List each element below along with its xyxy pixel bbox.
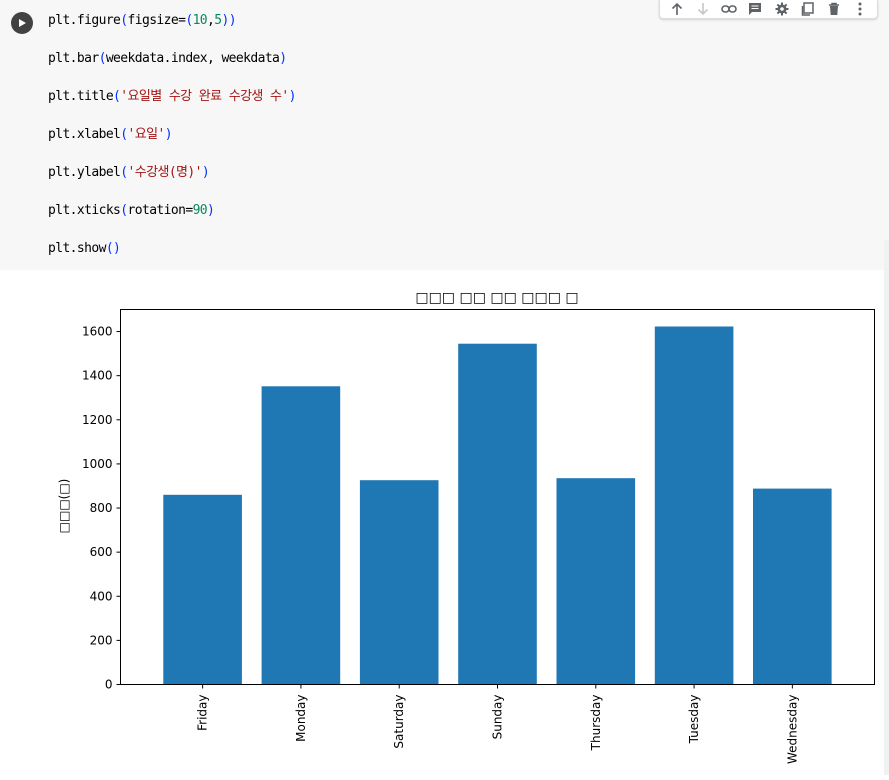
code-line: plt.figure(figsize=(10,5)) bbox=[48, 11, 237, 31]
code-token: )) bbox=[221, 13, 237, 28]
more-vert-icon[interactable] bbox=[850, 0, 870, 18]
code-token: ( bbox=[98, 51, 107, 66]
code-token: plt.show bbox=[48, 241, 106, 256]
y-tick-label: 0 bbox=[105, 678, 113, 692]
code-token: ) bbox=[288, 89, 297, 104]
code-token: '요일' bbox=[127, 127, 166, 142]
cell-gutter bbox=[0, 0, 42, 270]
y-tick-label: 800 bbox=[90, 501, 113, 515]
link-icon[interactable] bbox=[719, 0, 739, 18]
code-line: plt.bar(weekdata.index, weekdata) bbox=[48, 49, 287, 69]
bar-sunday bbox=[458, 343, 537, 685]
code-line: plt.xlabel('요일') bbox=[48, 125, 173, 145]
code-token: ) bbox=[201, 165, 210, 180]
cell-output: □□□ □□ □□ □□□ □ □□□(□) 0 200 400 600 800 1000… bbox=[0, 270, 884, 775]
arrow-up-icon[interactable] bbox=[667, 0, 687, 18]
code-token: ) bbox=[207, 203, 215, 218]
code-token: 90 bbox=[192, 203, 208, 218]
x-tick-label: Saturday bbox=[392, 695, 406, 749]
code-token: plt.figure bbox=[48, 13, 121, 28]
bar-friday bbox=[163, 494, 242, 685]
cell-toolbar bbox=[659, 0, 878, 19]
code-token: plt.title bbox=[48, 89, 114, 104]
code-token: ) bbox=[279, 51, 287, 66]
x-tick-label: Sunday bbox=[491, 695, 505, 740]
code-line: plt.xticks(rotation=90) bbox=[48, 201, 215, 221]
play-icon bbox=[19, 19, 26, 27]
code-token: () bbox=[105, 241, 121, 256]
code-cell[interactable]: plt.figure(figsize=(10,5)) plt.bar(weekda… bbox=[0, 0, 889, 270]
code-token: rotation= bbox=[127, 203, 194, 218]
x-tick-label: Thursday bbox=[589, 695, 603, 752]
x-tick-label: Wednesday bbox=[785, 695, 799, 764]
x-tick-label: Friday bbox=[196, 695, 210, 731]
y-tick-label: 600 bbox=[90, 545, 113, 559]
x-tick-label: Tuesday bbox=[687, 695, 701, 745]
bar-chart: □□□ □□ □□ □□□ □ □□□(□) 0 200 400 600 800 1000… bbox=[57, 290, 875, 764]
code-editor[interactable]: plt.figure(figsize=(10,5)) plt.bar(weekda… bbox=[42, 0, 888, 270]
code-token: '수강생(명)' bbox=[127, 165, 203, 180]
bar-wednesday bbox=[753, 488, 832, 685]
y-tick-label: 200 bbox=[90, 633, 113, 647]
chart-title: □□□ □□ □□ □□□ □ bbox=[415, 290, 578, 306]
gear-icon[interactable] bbox=[772, 0, 792, 18]
x-tick-label: Monday bbox=[294, 695, 308, 742]
bar-thursday bbox=[556, 478, 636, 685]
mirror-cell-icon[interactable] bbox=[798, 0, 818, 18]
run-cell-button[interactable] bbox=[11, 12, 33, 34]
code-token: weekdata.index, weekdata bbox=[105, 51, 280, 66]
y-tick-label: 1000 bbox=[82, 457, 113, 471]
code-token: '요일별 수강 완료 수강생 수' bbox=[120, 89, 289, 104]
code-token: ( bbox=[185, 13, 193, 28]
y-tick-label: 1400 bbox=[82, 369, 113, 383]
code-token: plt.xlabel bbox=[48, 127, 121, 142]
code-token: plt.bar bbox=[48, 51, 99, 66]
bar-saturday bbox=[359, 480, 439, 685]
code-token: plt.ylabel bbox=[48, 165, 121, 180]
scrollbar[interactable] bbox=[884, 240, 889, 775]
code-token: ( bbox=[120, 13, 128, 28]
trash-icon[interactable] bbox=[824, 0, 844, 18]
code-token: ( bbox=[120, 127, 128, 142]
code-token: 10 bbox=[192, 13, 208, 28]
bar-monday bbox=[261, 386, 341, 685]
y-tick-label: 400 bbox=[90, 589, 113, 603]
code-line: plt.title('요일별 수강 완료 수강생 수') bbox=[48, 87, 296, 107]
y-tick-label: 1600 bbox=[82, 325, 113, 339]
code-token: ( bbox=[120, 165, 128, 180]
bar-tuesday bbox=[654, 326, 734, 685]
y-tick-label: 1200 bbox=[82, 413, 113, 427]
y-axis-label: □□□(□) bbox=[57, 479, 71, 534]
code-token: figsize= bbox=[127, 13, 186, 28]
code-line: plt.show() bbox=[48, 239, 121, 259]
code-token: 5 bbox=[214, 13, 222, 28]
code-line: plt.ylabel('수강생(명)') bbox=[48, 163, 210, 183]
code-token: ) bbox=[164, 127, 173, 142]
arrow-down-icon[interactable] bbox=[693, 0, 713, 18]
code-token: plt.xticks bbox=[48, 203, 121, 218]
code-token: ( bbox=[120, 203, 128, 218]
comment-icon[interactable] bbox=[745, 0, 765, 18]
